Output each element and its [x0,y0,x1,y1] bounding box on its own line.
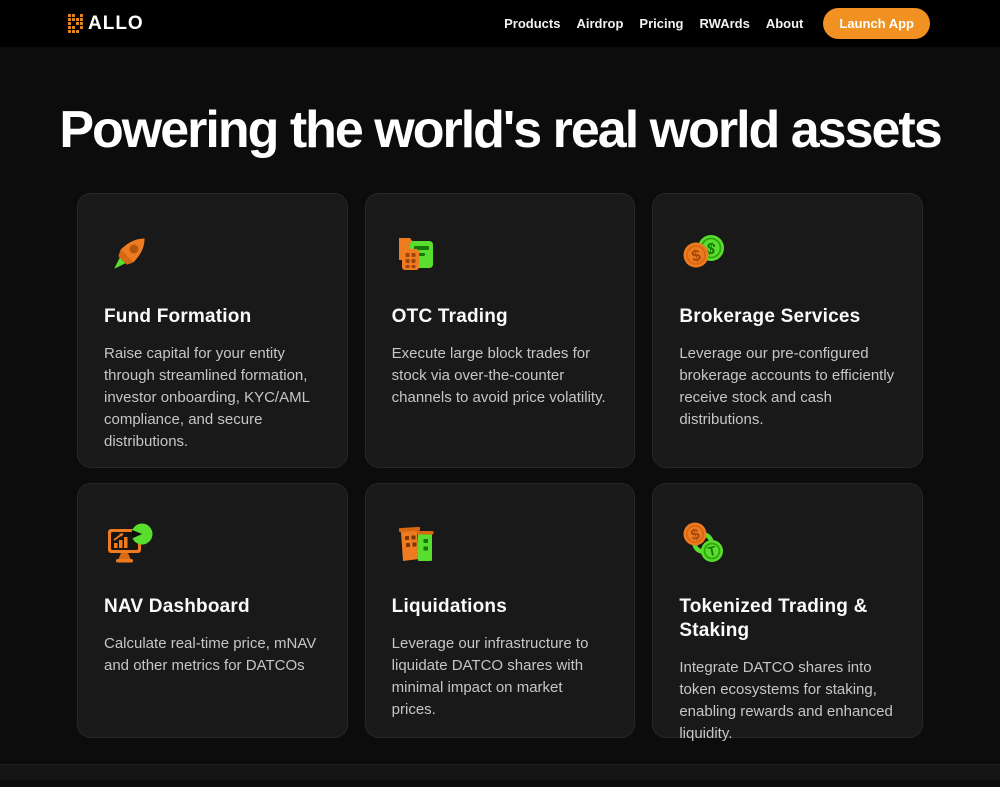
card-title: Tokenized Trading & Staking [679,595,896,643]
features-grid: Fund Formation Raise capital for your en… [77,193,923,738]
page-title: Powering the world's real world assets [0,99,1000,161]
feature-card-otc-trading: OTC Trading Execute large block trades f… [365,193,636,468]
feature-card-brokerage-services: $ $ Brokerage Services Leverage our pre-… [652,193,923,468]
card-title: Fund Formation [104,305,321,329]
nav-links: Products Airdrop Pricing RWArds About La… [504,8,930,39]
card-title: Brokerage Services [679,305,896,329]
monitor-pie-chart-icon [104,519,154,569]
dollar-coins-icon: $ $ [679,229,729,279]
hero-section: Powering the world's real world assets F… [0,99,1000,738]
buildings-icon [392,519,442,569]
nav-link-rwards[interactable]: RWArds [700,16,750,31]
top-nav: ALLO Products Airdrop Pricing RWArds Abo… [0,0,1000,47]
card-description: Raise capital for your entity through st… [104,343,321,453]
card-description: Calculate real-time price, mNAV and othe… [104,633,321,677]
nav-link-airdrop[interactable]: Airdrop [576,16,623,31]
logo[interactable]: ALLO [68,13,144,35]
next-section-edge [0,764,1000,780]
feature-card-liquidations: Liquidations Leverage our infrastructure… [365,483,636,738]
nav-link-products[interactable]: Products [504,16,560,31]
coin-token-lock-icon: $ T [679,519,729,569]
card-description: Execute large block trades for stock via… [392,343,609,409]
card-title: Liquidations [392,595,609,619]
logo-text: ALLO [88,13,144,35]
nav-link-about[interactable]: About [766,16,804,31]
launch-app-button[interactable]: Launch App [823,8,930,39]
feature-card-fund-formation: Fund Formation Raise capital for your en… [77,193,348,468]
feature-card-tokenized-trading-staking: $ T Tokenized Trading & Staking Integrat… [652,483,923,738]
rocket-icon [104,229,154,279]
card-description: Leverage our pre-configured brokerage ac… [679,343,896,431]
card-description: Leverage our infrastructure to liquidate… [392,633,609,721]
folder-calculator-icon [392,229,442,279]
card-title: NAV Dashboard [104,595,321,619]
nav-link-pricing[interactable]: Pricing [639,16,683,31]
card-title: OTC Trading [392,305,609,329]
feature-card-nav-dashboard: NAV Dashboard Calculate real-time price,… [77,483,348,738]
allo-logo-icon [68,14,83,33]
card-description: Integrate DATCO shares into token ecosys… [679,657,896,745]
